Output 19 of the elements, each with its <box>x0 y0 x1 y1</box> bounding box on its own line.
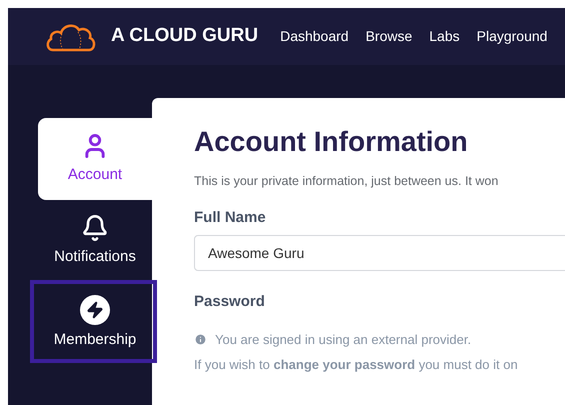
lightning-bolt-icon <box>80 294 110 325</box>
sidebar-tab[interactable]: Account <box>38 118 152 200</box>
nav-link[interactable]: Dashboard <box>280 26 349 47</box>
nav-link[interactable]: Browse <box>366 26 412 47</box>
nav-link[interactable]: Playground <box>476 26 548 47</box>
sidebar-tab[interactable]: Notifications <box>38 200 152 282</box>
info-icon <box>194 333 207 346</box>
hint-text: If you wish to change your password you must do it on <box>194 356 519 374</box>
field-label: Password <box>194 292 266 312</box>
sidebar-tab[interactable]: Membership <box>38 282 152 364</box>
notice-text: You are signed in using an external provider. <box>215 330 472 349</box>
cloud-logo-icon <box>45 22 97 52</box>
full-name-field[interactable]: Awesome Guru <box>194 235 565 272</box>
page-title: Account Information <box>194 128 469 156</box>
bell-icon <box>81 214 109 242</box>
description-text: This is your private information, just between us. It won <box>194 173 500 190</box>
brand-name: A CLOUD GURU <box>111 24 258 48</box>
nav-link[interactable]: Labs <box>429 26 460 47</box>
field-label: Full Name <box>194 208 267 228</box>
